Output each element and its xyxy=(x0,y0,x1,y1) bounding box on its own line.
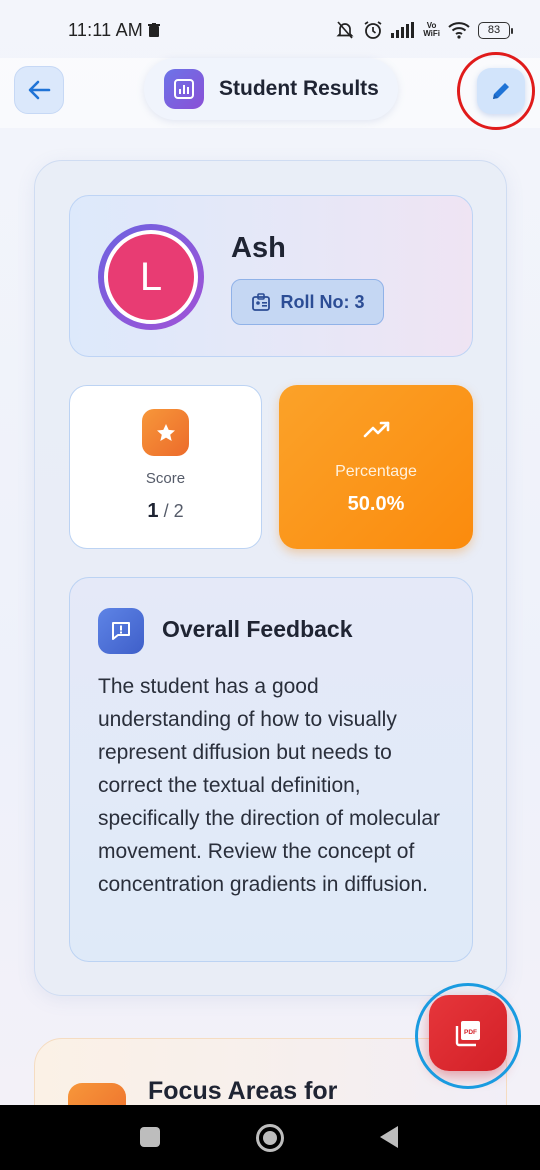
signal-icon xyxy=(391,22,415,38)
status-time: 11:11 AM xyxy=(68,20,161,41)
trash-icon xyxy=(148,23,161,37)
results-card: L Ash Roll No: 3 Score 1 / 2 Percentage … xyxy=(34,160,507,996)
battery-icon: 83 xyxy=(478,21,513,39)
roll-number-badge: Roll No: 3 xyxy=(231,279,384,325)
highlight-circle-blue xyxy=(415,983,521,1089)
clock-text: 11:11 AM xyxy=(68,20,143,40)
page-title-pill: Student Results xyxy=(144,58,398,120)
percentage-value: 50.0% xyxy=(347,493,405,515)
avatar-ring: L xyxy=(98,224,204,330)
wifi-icon xyxy=(448,22,470,39)
feedback-title: Overall Feedback xyxy=(162,616,353,642)
overall-feedback-card: Overall Feedback The student has a good … xyxy=(69,577,473,962)
chart-icon xyxy=(164,69,204,109)
focus-areas-title: Focus Areas for xyxy=(148,1077,338,1105)
back-arrow-icon xyxy=(28,80,51,100)
badge-icon xyxy=(251,293,270,311)
recents-button[interactable] xyxy=(140,1127,160,1147)
student-name: Ash xyxy=(231,232,286,264)
score-value: 1 / 2 xyxy=(147,500,184,522)
avatar: L xyxy=(104,230,198,324)
student-profile-card: L Ash Roll No: 3 xyxy=(69,195,473,357)
trending-up-icon xyxy=(363,421,390,438)
status-icons: Vo WiFi 83 xyxy=(335,20,513,40)
feedback-icon xyxy=(98,608,144,654)
alarm-icon xyxy=(364,21,382,39)
feedback-text: The student has a good understanding of … xyxy=(98,675,440,896)
score-label: Score xyxy=(145,470,186,487)
vowifi-indicator: Vo WiFi xyxy=(423,21,440,38)
system-back-button[interactable] xyxy=(380,1126,398,1148)
system-nav-bar xyxy=(0,1105,540,1170)
percentage-card: Percentage 50.0% xyxy=(279,385,473,549)
roll-number-text: Roll No: 3 xyxy=(280,291,365,312)
home-button[interactable] xyxy=(256,1124,284,1152)
star-icon xyxy=(142,409,189,456)
score-card: Score 1 / 2 xyxy=(69,385,262,549)
back-button[interactable] xyxy=(14,66,64,114)
percentage-label: Percentage xyxy=(335,463,417,480)
mute-bell-icon xyxy=(336,21,354,39)
page-title: Student Results xyxy=(219,77,379,100)
highlight-circle-red xyxy=(457,52,535,130)
status-bar: 11:11 AM Vo WiFi 83 xyxy=(0,0,540,58)
